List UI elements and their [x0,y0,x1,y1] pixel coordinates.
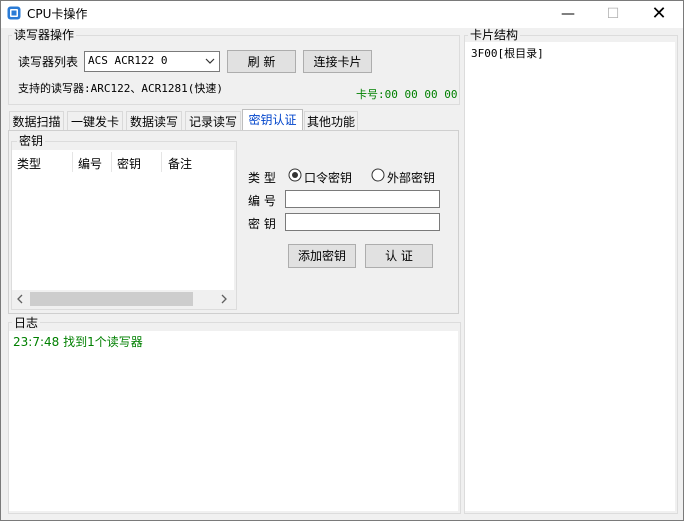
maximize-button[interactable]: ☐ [590,0,636,28]
scroll-left-icon[interactable] [14,293,26,308]
number-input[interactable] [285,190,440,208]
authenticate-button[interactable]: 认 证 [365,244,433,268]
scrollbar-thumb[interactable] [30,292,193,306]
key-input[interactable] [285,213,440,231]
tab-other[interactable]: 其他功能 [304,111,358,131]
scroll-right-icon[interactable] [218,293,230,308]
tree-node-root[interactable]: 3F00[根目录] [471,45,544,61]
minimize-button[interactable]: — [545,0,591,28]
app-icon [7,6,21,20]
radio-external-key[interactable] [371,168,385,185]
card-structure-tree[interactable] [465,42,675,511]
close-button[interactable]: ✕ [636,0,682,28]
number-label: 编 号 [248,194,276,208]
key-group-label: 密钥 [17,134,46,148]
column-header-key[interactable]: 密钥 [117,155,141,172]
window-title: CPU卡操作 [27,7,88,21]
type-label: 类 型 [248,171,276,185]
log-label: 日志 [12,316,41,330]
radio-internal-key[interactable] [288,168,302,185]
refresh-button[interactable]: 刷 新 [227,50,296,73]
connect-card-button[interactable]: 连接卡片 [303,50,372,73]
reader-ops-label: 读写器操作 [12,28,77,42]
tab-data-scan[interactable]: 数据扫描 [9,111,64,131]
column-divider [111,152,112,172]
reader-list-label: 读写器列表 [18,55,79,69]
add-key-button[interactable]: 添加密钥 [288,244,356,268]
card-number: 卡号:00 00 00 00 [356,88,458,101]
card-structure-label: 卡片结构 [468,28,521,42]
key-label: 密 钥 [248,217,276,231]
log-area[interactable] [9,331,458,511]
tab-key-auth[interactable]: 密钥认证 [242,109,303,131]
radio-internal-label[interactable]: 口令密钥 [304,169,352,186]
column-header-note[interactable]: 备注 [168,155,192,172]
tab-data-rw[interactable]: 数据读写 [126,111,182,131]
reader-select-value: ACS ACR122 0 [88,54,168,67]
reader-select[interactable]: ACS ACR122 0 [84,51,220,72]
log-line: 23:7:48 找到1个读写器 [13,335,143,349]
tab-record-rw[interactable]: 记录读写 [185,111,241,131]
column-header-number[interactable]: 编号 [78,155,102,172]
radio-external-label[interactable]: 外部密钥 [387,169,435,186]
column-header-type[interactable]: 类型 [17,155,41,172]
tab-issue-card[interactable]: 一键发卡 [67,111,123,131]
chevron-down-icon [205,52,215,76]
supported-readers-text: 支持的读写器:ARC122、ACR1281(快速) [18,82,223,95]
column-divider [161,152,162,172]
column-divider [72,152,73,172]
